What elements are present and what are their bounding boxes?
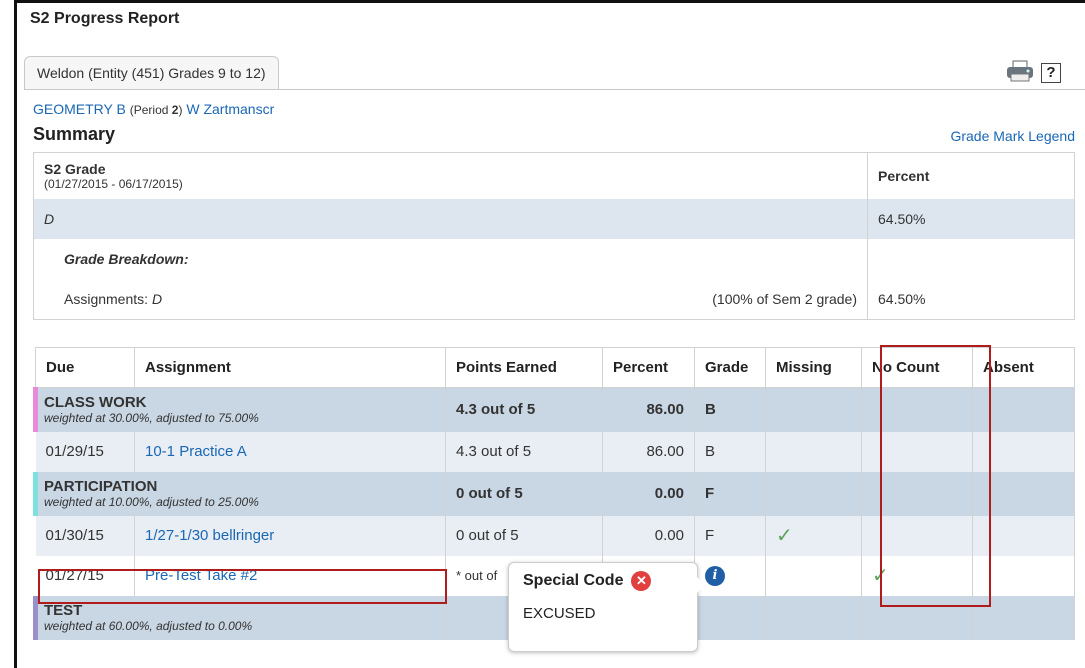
- due-date: 01/30/15: [35, 515, 135, 556]
- toolbar: ?: [1005, 60, 1061, 85]
- summary-table: S2 Grade (01/27/2015 - 06/17/2015) Perce…: [33, 152, 1075, 320]
- percent-header: Percent: [878, 168, 930, 184]
- special-code-popup: Special Code ✕ EXCUSED: [508, 562, 705, 652]
- assignment-link[interactable]: 1/27-1/30 bellringer: [145, 527, 274, 544]
- term-percent: 64.50%: [878, 211, 926, 227]
- points-earned: 4.3 out of 5: [445, 431, 603, 472]
- category-grade: F: [705, 485, 715, 502]
- course-link[interactable]: GEOMETRY B: [33, 101, 126, 117]
- no-count-highlight: [880, 345, 991, 607]
- grade-cell: B: [694, 431, 766, 472]
- header-grade[interactable]: Grade: [694, 347, 766, 388]
- grade-cell: F: [694, 515, 766, 556]
- percent-cell: 0.00: [602, 515, 695, 556]
- popup-title: Special Code: [523, 572, 624, 589]
- category-weight: weighted at 10.00%, adjusted to 25.00%: [44, 495, 259, 509]
- popup-body: EXCUSED: [523, 605, 596, 622]
- grade-breakdown-label: Grade Breakdown:: [34, 239, 868, 279]
- help-icon[interactable]: ?: [1041, 62, 1061, 83]
- category-weight: weighted at 30.00%, adjusted to 75.00%: [44, 411, 259, 426]
- header-percent[interactable]: Percent: [602, 347, 695, 388]
- assignments-percent: 64.50%: [878, 291, 926, 307]
- summary-heading: Summary: [33, 124, 116, 144]
- grade-mark-legend-link[interactable]: Grade Mark Legend: [950, 128, 1075, 144]
- category-percent: 0.00: [654, 485, 684, 502]
- category-points: 0 out of 5: [456, 485, 523, 502]
- assignment-link[interactable]: 10-1 Practice A: [145, 443, 247, 460]
- tab-divider: [24, 89, 1085, 90]
- close-icon[interactable]: ✕: [631, 571, 652, 591]
- category-name: PARTICIPATION: [44, 478, 158, 495]
- category-name: TEST: [44, 602, 83, 619]
- tab-entity[interactable]: Weldon (Entity (451) Grades 9 to 12): [24, 56, 279, 90]
- header-due[interactable]: Due: [35, 347, 135, 388]
- header-points-earned[interactable]: Points Earned: [445, 347, 603, 388]
- assignments-label: Assignments: D: [64, 291, 163, 307]
- assignment-highlight: [38, 569, 447, 604]
- header-missing[interactable]: Missing: [765, 347, 862, 388]
- page-title: S2 Progress Report: [30, 10, 180, 27]
- info-icon[interactable]: i: [705, 565, 725, 586]
- category-name: CLASS WORK: [44, 394, 147, 412]
- course-line: GEOMETRY B (Period 2) W Zartmanscr: [33, 101, 274, 117]
- category-weight: weighted at 60.00%, adjusted to 0.00%: [44, 619, 253, 633]
- term-dates: (01/27/2015 - 06/17/2015): [44, 177, 183, 191]
- printer-icon[interactable]: [1005, 60, 1035, 85]
- percent-cell: 86.00: [602, 431, 695, 472]
- term-label: S2 Grade: [44, 161, 106, 177]
- category-percent: 86.00: [646, 401, 684, 419]
- due-date: 01/29/15: [35, 431, 135, 472]
- checkmark-icon: ✓: [776, 525, 793, 547]
- term-grade: D: [44, 211, 55, 227]
- category-grade: B: [705, 401, 716, 419]
- points-earned: 0 out of 5: [445, 515, 603, 556]
- header-assignment[interactable]: Assignment: [134, 347, 446, 388]
- teacher-link[interactable]: W Zartmanscr: [186, 101, 274, 117]
- weight-note: (100% of Sem 2 grade): [712, 291, 857, 307]
- category-points: 4.3 out of 5: [456, 401, 536, 419]
- period-label: (Period 2): [129, 103, 183, 117]
